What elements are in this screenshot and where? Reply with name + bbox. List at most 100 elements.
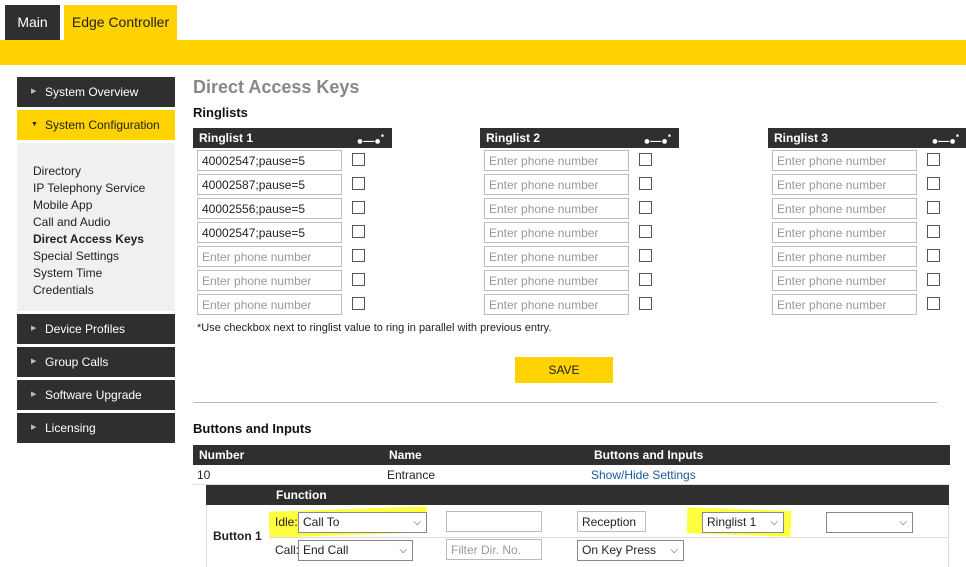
- header-bar: [0, 40, 966, 65]
- parallel-checkbox[interactable]: [927, 177, 940, 190]
- filter-dir-field[interactable]: [446, 539, 542, 560]
- call-action-select[interactable]: End Call ⌵: [298, 540, 413, 561]
- sidebar-item-label: Device Profiles: [45, 322, 126, 336]
- parallel-checkbox[interactable]: [927, 249, 940, 262]
- sidebar-item-label: Licensing: [45, 421, 96, 435]
- parallel-checkbox[interactable]: [352, 225, 365, 238]
- ringlist-entry-input[interactable]: [772, 150, 917, 171]
- sidebar-submenu: Directory IP Telephony Service Mobile Ap…: [17, 143, 175, 311]
- submenu-credentials[interactable]: Credentials: [33, 282, 175, 299]
- parallel-checkbox[interactable]: [352, 153, 365, 166]
- sidebar-item-system-configuration[interactable]: ▼ System Configuration: [17, 110, 175, 140]
- ringlist-entry-input[interactable]: [772, 222, 917, 243]
- sidebar-item-group-calls[interactable]: ▶ Group Calls: [17, 347, 175, 377]
- ringlist-entry-input[interactable]: [197, 270, 342, 291]
- ringlist-entry-input[interactable]: [484, 270, 629, 291]
- parallel-checkbox[interactable]: [352, 201, 365, 214]
- parallel-checkbox[interactable]: [639, 177, 652, 190]
- ringlist-entry-input[interactable]: [197, 246, 342, 267]
- submenu-directory[interactable]: Directory: [33, 163, 175, 180]
- idle-label: Idle:: [275, 515, 298, 529]
- tab-main[interactable]: Main: [5, 5, 60, 40]
- button-1-label: Button 1: [213, 529, 262, 543]
- ringlist-entry-input[interactable]: [484, 294, 629, 315]
- ringlist-header: Ringlist 2 ●—●*: [480, 128, 679, 148]
- ringlist-title: Ringlist 1: [199, 131, 254, 145]
- row-divider: [269, 537, 949, 538]
- sidebar-item-label: System Overview: [45, 85, 139, 99]
- tab-edge-controller[interactable]: Edge Controller: [64, 5, 177, 40]
- ringlist-entry-input[interactable]: [484, 174, 629, 195]
- parallel-checkbox[interactable]: [639, 153, 652, 166]
- triangle-right-icon: ▶: [31, 424, 37, 431]
- table-header: Number Name Buttons and Inputs: [193, 445, 950, 465]
- idle-extra-select[interactable]: ⌵: [826, 512, 913, 533]
- sidebar-item-device-profiles[interactable]: ▶ Device Profiles: [17, 314, 175, 344]
- triangle-right-icon: ▶: [31, 88, 37, 95]
- parallel-checkbox[interactable]: [927, 297, 940, 310]
- ringlist-entry-input[interactable]: [772, 294, 917, 315]
- col-buttons: Buttons and Inputs: [594, 448, 704, 462]
- top-navigation: Main Edge Controller: [0, 0, 966, 40]
- row-name: Entrance: [387, 468, 436, 482]
- function-label: Function: [276, 488, 327, 502]
- sidebar-item-system-overview[interactable]: ▶ System Overview: [17, 77, 175, 107]
- parallel-checkbox[interactable]: [639, 273, 652, 286]
- parallel-checkbox[interactable]: [639, 249, 652, 262]
- ringlist-entry-input[interactable]: [772, 174, 917, 195]
- parallel-checkbox[interactable]: [639, 225, 652, 238]
- parallel-checkbox[interactable]: [927, 153, 940, 166]
- call-trigger-select[interactable]: On Key Press ⌵: [577, 540, 684, 561]
- submenu-system-time[interactable]: System Time: [33, 265, 175, 282]
- idle-ringlist-value: Ringlist 1: [707, 515, 757, 529]
- parallel-checkbox[interactable]: [352, 249, 365, 262]
- parallel-ring-icon: ●—●*: [931, 133, 959, 148]
- parallel-checkbox[interactable]: [927, 273, 940, 286]
- ringlist-title: Ringlist 2: [486, 131, 541, 145]
- buttons-heading: Buttons and Inputs: [193, 421, 312, 436]
- parallel-checkbox[interactable]: [927, 201, 940, 214]
- row-number: 10: [197, 468, 211, 482]
- parallel-checkbox[interactable]: [352, 297, 365, 310]
- sidebar-item-label: Software Upgrade: [45, 388, 142, 402]
- ringlist-entry-input[interactable]: [197, 222, 342, 243]
- idle-text-field[interactable]: [446, 511, 542, 532]
- sidebar-item-label: Group Calls: [45, 355, 109, 369]
- submenu-mobile-app[interactable]: Mobile App: [33, 197, 175, 214]
- submenu-call-audio[interactable]: Call and Audio: [33, 214, 175, 231]
- page-title: Direct Access Keys: [193, 77, 360, 97]
- parallel-checkbox[interactable]: [639, 297, 652, 310]
- idle-action-select[interactable]: Call To ⌵: [298, 512, 427, 533]
- table-row: 10 Entrance Show/Hide Settings: [193, 465, 950, 485]
- ringlist-entry-input[interactable]: [772, 198, 917, 219]
- sidebar: ▶ System Overview ▼ System Configuration D…: [17, 77, 175, 446]
- idle-value-field[interactable]: [577, 511, 646, 532]
- ringlist-entry-input[interactable]: [484, 246, 629, 267]
- submenu-ip-telephony[interactable]: IP Telephony Service: [33, 180, 175, 197]
- sidebar-item-software-upgrade[interactable]: ▶ Software Upgrade: [17, 380, 175, 410]
- parallel-note: *Use checkbox next to ringlist value to …: [197, 322, 552, 334]
- triangle-right-icon: ▶: [31, 391, 37, 398]
- submenu-direct-access-keys[interactable]: Direct Access Keys: [33, 231, 175, 248]
- idle-ringlist-select[interactable]: Ringlist 1 ⌵: [702, 512, 784, 533]
- parallel-checkbox[interactable]: [352, 177, 365, 190]
- ringlist-entry-input[interactable]: [197, 294, 342, 315]
- show-hide-settings-link[interactable]: Show/Hide Settings: [591, 465, 696, 485]
- submenu-special-settings[interactable]: Special Settings: [33, 248, 175, 265]
- chevron-down-icon: ⌵: [670, 545, 678, 556]
- parallel-checkbox[interactable]: [352, 273, 365, 286]
- sidebar-item-label: System Configuration: [45, 118, 160, 132]
- ringlist-entry-input[interactable]: [197, 174, 342, 195]
- ringlist-entry-input[interactable]: [484, 150, 629, 171]
- sidebar-item-licensing[interactable]: ▶ Licensing: [17, 413, 175, 443]
- chevron-down-icon: ⌵: [413, 517, 421, 528]
- ringlist-entry-input[interactable]: [484, 222, 629, 243]
- ringlist-entry-input[interactable]: [484, 198, 629, 219]
- ringlist-entry-input[interactable]: [197, 150, 342, 171]
- parallel-checkbox[interactable]: [639, 201, 652, 214]
- save-button[interactable]: SAVE: [515, 357, 613, 383]
- ringlist-entry-input[interactable]: [772, 246, 917, 267]
- ringlist-entry-input[interactable]: [197, 198, 342, 219]
- ringlist-entry-input[interactable]: [772, 270, 917, 291]
- parallel-checkbox[interactable]: [927, 225, 940, 238]
